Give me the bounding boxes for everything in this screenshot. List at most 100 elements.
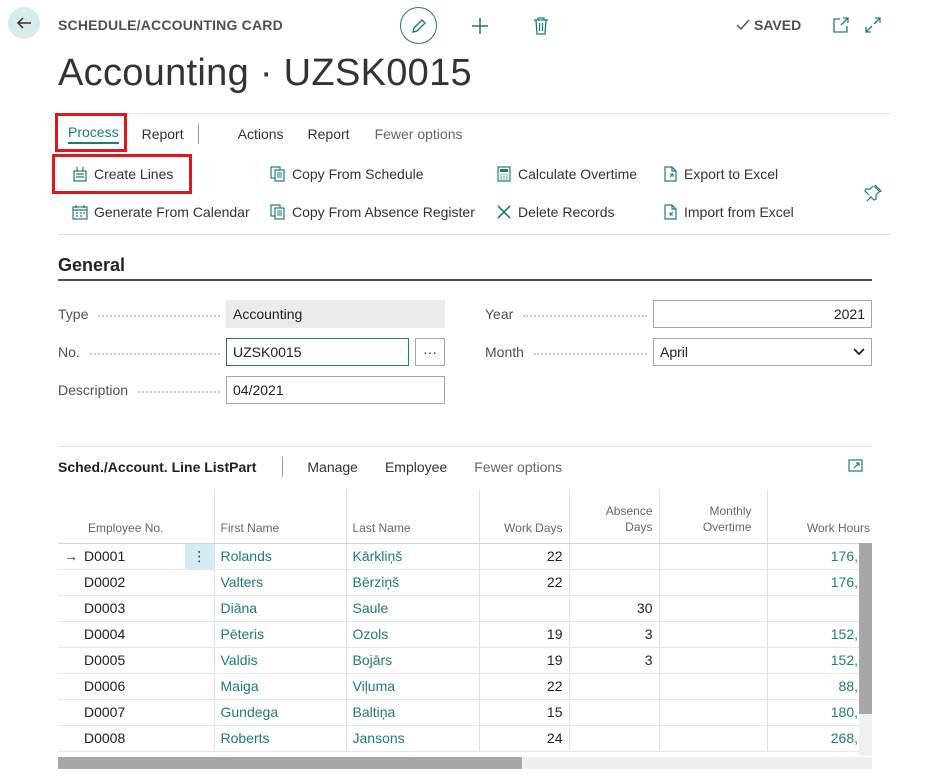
no-assist-button[interactable]: ··· <box>415 338 445 366</box>
cell-last-name[interactable]: Baltiņa <box>346 699 480 726</box>
cell-work-hours[interactable]: 152, <box>767 621 872 648</box>
cell-last-name[interactable]: Viļuma <box>346 673 480 700</box>
cell-absence-days[interactable]: 30 <box>569 595 660 622</box>
row-actions-cell[interactable] <box>185 673 215 700</box>
column-header-last-name[interactable]: Last Name <box>346 490 480 544</box>
export-to-excel-action[interactable]: Export to Excel <box>662 166 778 182</box>
vertical-scrollbar-track[interactable] <box>859 714 872 756</box>
cell-last-name[interactable]: Kārkliņš <box>346 543 480 570</box>
back-button[interactable] <box>8 7 40 39</box>
cell-last-name[interactable]: Jansons <box>346 725 480 752</box>
cell-monthly-overtime[interactable] <box>659 647 768 674</box>
cell-first-name[interactable]: Valdis <box>214 647 347 674</box>
cell-monthly-overtime[interactable] <box>659 543 768 570</box>
cell-work-days[interactable] <box>479 595 570 622</box>
cell-first-name[interactable]: Maiga <box>214 673 347 700</box>
cell-absence-days[interactable] <box>569 569 660 596</box>
calculate-overtime-action[interactable]: Calculate Overtime <box>496 166 637 182</box>
row-actions-cell[interactable]: ⋮ <box>185 543 215 570</box>
cell-absence-days[interactable]: 3 <box>569 647 660 674</box>
year-field[interactable]: 2021 <box>653 300 872 328</box>
table-row[interactable]: D0005 Valdis Bojārs 19 3 152, <box>58 647 872 674</box>
cell-work-days[interactable]: 22 <box>479 543 570 570</box>
cell-employee-no[interactable]: D0006 <box>84 673 185 700</box>
cell-absence-days[interactable] <box>569 725 660 752</box>
expand-button[interactable] <box>864 16 882 39</box>
column-header-work-hours[interactable]: Work Hours <box>767 490 872 544</box>
cell-work-days[interactable]: 15 <box>479 699 570 726</box>
cell-work-hours[interactable]: 176, <box>767 569 872 596</box>
listpart-title[interactable]: Sched./Account. Line ListPart <box>58 459 256 475</box>
cell-first-name[interactable]: Roberts <box>214 725 347 752</box>
row-actions-cell[interactable] <box>185 569 215 596</box>
cell-last-name[interactable]: Bērziņš <box>346 569 480 596</box>
cell-absence-days[interactable] <box>569 543 660 570</box>
table-row[interactable]: D0003 Diāna Saule 30 <box>58 595 872 622</box>
delete-records-action[interactable]: Delete Records <box>496 204 615 220</box>
listpart-expand-button[interactable] <box>848 458 864 479</box>
cell-monthly-overtime[interactable] <box>659 673 768 700</box>
cell-work-hours[interactable]: 88, <box>767 673 872 700</box>
generate-from-calendar-action[interactable]: Generate From Calendar <box>72 204 250 220</box>
edit-button[interactable] <box>400 7 437 44</box>
import-from-excel-action[interactable]: Import from Excel <box>662 204 794 220</box>
vertical-scrollbar-thumb[interactable] <box>859 543 872 714</box>
cell-employee-no[interactable]: D0003 <box>84 595 185 622</box>
cell-work-days[interactable]: 19 <box>479 647 570 674</box>
column-header-employee-no[interactable]: Employee No. <box>84 490 185 544</box>
cell-first-name[interactable]: Diāna <box>214 595 347 622</box>
table-row[interactable]: D0002 Valters Bērziņš 22 176, <box>58 569 872 596</box>
pin-action-bar-button[interactable] <box>864 184 883 207</box>
open-new-window-button[interactable] <box>832 16 850 39</box>
general-section-title[interactable]: General <box>58 255 125 276</box>
cell-employee-no[interactable]: D0005 <box>84 647 185 674</box>
cell-work-days[interactable]: 24 <box>479 725 570 752</box>
cell-last-name[interactable]: Saule <box>346 595 480 622</box>
cell-monthly-overtime[interactable] <box>659 569 768 596</box>
cell-monthly-overtime[interactable] <box>659 621 768 648</box>
cell-first-name[interactable]: Rolands <box>214 543 347 570</box>
cell-work-days[interactable]: 22 <box>479 569 570 596</box>
cell-monthly-overtime[interactable] <box>659 699 768 726</box>
listpart-employee-menu[interactable]: Employee <box>385 459 447 475</box>
cell-work-hours[interactable]: 180, <box>767 699 872 726</box>
description-field[interactable]: 04/2021 <box>226 376 445 404</box>
cell-employee-no[interactable]: D0001 <box>84 543 185 570</box>
month-select[interactable]: April <box>653 338 872 366</box>
table-row[interactable]: → D0001 ⋮ Rolands Kārkliņš 22 176, <box>58 543 872 570</box>
cell-absence-days[interactable]: 3 <box>569 621 660 648</box>
cell-work-hours[interactable]: 268, <box>767 725 872 752</box>
tab-report-2[interactable]: Report <box>297 114 363 154</box>
tab-actions[interactable]: Actions <box>199 114 297 154</box>
cell-employee-no[interactable]: D0002 <box>84 569 185 596</box>
table-row[interactable]: D0004 Pēteris Ozols 19 3 152, <box>58 621 872 648</box>
cell-monthly-overtime[interactable] <box>659 725 768 752</box>
cell-employee-no[interactable]: D0007 <box>84 699 185 726</box>
column-header-work-days[interactable]: Work Days <box>479 490 570 544</box>
table-row[interactable]: D0006 Maiga Viļuma 22 88, <box>58 673 872 700</box>
tab-report[interactable]: Report <box>132 114 197 154</box>
cell-absence-days[interactable] <box>569 699 660 726</box>
table-row[interactable]: D0008 Roberts Jansons 24 268, <box>58 725 872 752</box>
row-actions-cell[interactable] <box>185 725 215 752</box>
cell-work-days[interactable]: 19 <box>479 621 570 648</box>
cell-absence-days[interactable] <box>569 673 660 700</box>
column-header-monthly-overtime[interactable]: Monthly Overtime <box>659 490 768 544</box>
row-actions-cell[interactable] <box>185 699 215 726</box>
cell-employee-no[interactable]: D0008 <box>84 725 185 752</box>
listpart-fewer-options[interactable]: Fewer options <box>474 459 562 475</box>
horizontal-scrollbar-track[interactable] <box>522 757 872 769</box>
horizontal-scrollbar-thumb[interactable] <box>58 757 522 769</box>
table-row[interactable]: D0007 Gundega Baltiņa 15 180, <box>58 699 872 726</box>
cell-monthly-overtime[interactable] <box>659 595 768 622</box>
cell-first-name[interactable]: Pēteris <box>214 621 347 648</box>
column-header-first-name[interactable]: First Name <box>214 490 347 544</box>
cell-employee-no[interactable]: D0004 <box>84 621 185 648</box>
listpart-manage-menu[interactable]: Manage <box>307 459 358 475</box>
cell-first-name[interactable]: Valters <box>214 569 347 596</box>
no-field[interactable]: UZSK0015 <box>226 338 409 366</box>
copy-from-absence-register-action[interactable]: Copy From Absence Register <box>270 204 475 220</box>
row-actions-cell[interactable] <box>185 647 215 674</box>
cell-first-name[interactable]: Gundega <box>214 699 347 726</box>
cell-work-hours[interactable] <box>767 595 872 622</box>
